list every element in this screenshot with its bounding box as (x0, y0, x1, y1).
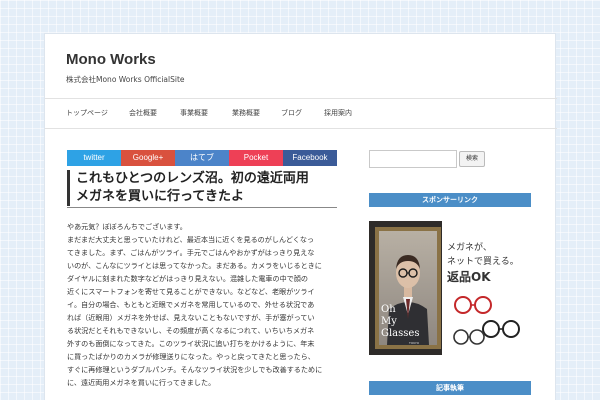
post-body-line: ダイヤルに刻まれた数字などがはっきり見えない。混雑した電車の中で顔の (67, 274, 308, 283)
post-title: これもひとつのレンズ沼。初の遠近両用 メガネを買いに行ってきたよ (67, 170, 337, 206)
glasses-advertisement[interactable]: Oh My Glasses TOKYO メガネが、 ネットで買える。 返品OK (369, 221, 531, 355)
post-body-line: 近くにスマートフォンを寄せて見ることができない。などなど、老眼がツライ (67, 287, 315, 296)
post-body-line: やあ元気？ぼぼろんちでございます。 (67, 222, 187, 231)
site-title[interactable]: Mono Works (66, 51, 156, 68)
post-title-line-1: これもひとつのレンズ沼。初の遠近両用 (76, 171, 309, 186)
nav-item-business[interactable]: 事業概要 (180, 108, 208, 118)
post-body-line: いのが、こんなにツライとは思ってなかった。まだある。カメラをいじるときに (67, 261, 322, 270)
post-body-line: まだまだ大丈夫と思っていたけれど、最近本当に近くを見るのがしんどくなっ (67, 235, 315, 244)
nav-item-blog[interactable]: ブログ (281, 108, 302, 118)
post-body-line: に、遠近両用メガネを買いに行ってきました。 (67, 378, 216, 387)
global-nav: トップページ 会社概要 事業概要 業務概要 ブログ 採用案内 (45, 98, 557, 129)
post-title-line-2: メガネを買いに行ってきたよ (76, 189, 244, 204)
post-body-line: すぐに再修理というダブルパンチ。そんなツライ状況を少しでも改善するために (67, 365, 323, 374)
ad-brand-line-2: My (381, 316, 397, 327)
ad-tagline-line-1: メガネが、 (447, 243, 492, 253)
site-description: 株式会社Mono Works OfficialSite (66, 75, 185, 84)
post-body-line: れば（近眼用）メガネを外せば、見えないこともないですが、手が塞がってい (67, 313, 315, 322)
eyeglasses-icon (453, 296, 520, 345)
search-input[interactable] (369, 150, 457, 168)
post-body-line: に買ったばかりのカメラが修理送りになった。やっと戻ってきたと思ったら、 (67, 352, 315, 361)
post-body-line: イ。自分の場合、もともと近眼でメガネを常用しているので、外せる状況であ (67, 300, 315, 309)
nav-item-company[interactable]: 会社概要 (129, 108, 157, 118)
ad-brand-line-3: Glasses (381, 328, 420, 339)
post-body: やあ元気？ぼぼろんちでございます。 まだまだ大丈夫と思っていたけれど、最近本当に… (67, 220, 339, 389)
ad-tagline-line-3: 返品OK (447, 270, 491, 284)
facebook-share-button[interactable]: Facebook (283, 150, 337, 166)
page-container: Mono Works 株式会社Mono Works OfficialSite ト… (44, 33, 557, 400)
post-title-divider (67, 207, 337, 208)
recent-posts-heading: 記事執筆 (369, 381, 531, 395)
sponsor-link-heading: スポンサーリンク (369, 193, 531, 207)
nav-item-services[interactable]: 業務概要 (232, 108, 260, 118)
google-plus-share-button[interactable]: Google+ (121, 150, 175, 166)
nav-item-top[interactable]: トップページ (66, 108, 108, 118)
post-body-line: る状況だとそれもできないし、その頻度が高くなるにつれて、いちいちメガネ (67, 326, 315, 335)
twitter-share-button[interactable]: twitter (67, 150, 121, 166)
post-body-line: てきました。まず、ごはんがツライ。手元でごはんやおかずがはっきり見えな (67, 248, 315, 257)
post-body-line: 外すのも面倒になってきた。このツライ状況に追い打ちをかけるように、年末 (67, 339, 315, 348)
ad-tagline-line-2: ネットで買える。 (447, 257, 519, 267)
ad-brand-sub: TOKYO (409, 341, 420, 345)
hatena-bookmark-button[interactable]: はてブ (175, 150, 229, 166)
nav-item-recruit[interactable]: 採用案内 (324, 108, 352, 118)
pocket-share-button[interactable]: Pocket (229, 150, 283, 166)
ad-brand-line-1: Oh (381, 304, 396, 315)
search-button[interactable]: 検索 (459, 151, 485, 167)
